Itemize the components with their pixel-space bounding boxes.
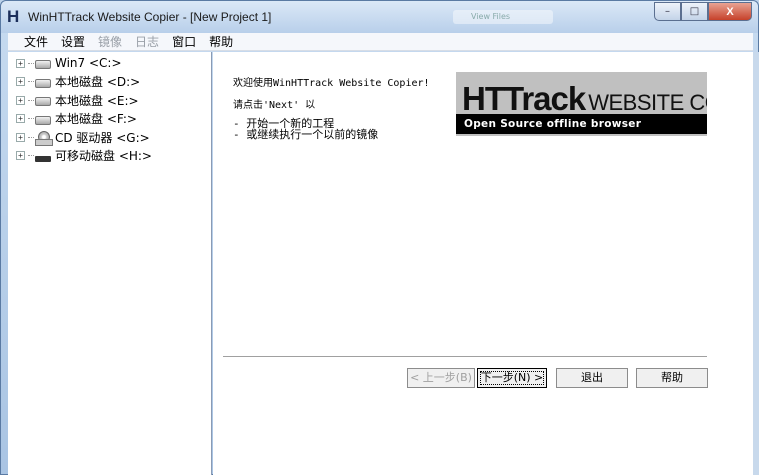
expand-icon[interactable]: + <box>16 132 25 142</box>
close-icon: X <box>726 5 734 18</box>
tree-item-label: 本地磁盘 <D:> <box>55 75 141 90</box>
option-list: - 开始一个新的工程 - 或继续执行一个以前的镜像 <box>233 118 378 140</box>
tree-item-drive-h[interactable]: + 可移动磁盘 <H:> <box>8 147 211 166</box>
tree-item-drive-f[interactable]: + 本地磁盘 <F:> <box>8 110 211 129</box>
menu-bar: 文件 设置 镜像 日志 窗口 帮助 <box>8 33 753 51</box>
minimize-icon: – <box>665 6 670 17</box>
tree-connector <box>28 155 34 157</box>
drive-tree: + Win7 <C:> + 本地磁盘 <D:> + 本地磁盘 <E:> + 本地… <box>8 52 212 475</box>
exit-button[interactable]: 退出 <box>556 368 628 388</box>
expand-icon[interactable]: + <box>16 114 25 124</box>
window-controls: – □ X <box>654 2 752 21</box>
maximize-icon: □ <box>689 6 700 17</box>
usb-drive-icon <box>35 155 51 162</box>
button-separator <box>223 356 707 358</box>
maximize-button[interactable]: □ <box>681 2 708 21</box>
tree-item-label: Win7 <C:> <box>55 56 122 71</box>
tree-item-drive-e[interactable]: + 本地磁盘 <E:> <box>8 91 211 110</box>
tree-item-label: 本地磁盘 <F:> <box>55 112 137 127</box>
httrack-app-icon: H <box>7 7 20 26</box>
option-continue-mirror: - 或继续执行一个以前的镜像 <box>233 128 379 141</box>
menu-file[interactable]: 文件 <box>24 33 48 50</box>
menu-log[interactable]: 日志 <box>135 33 159 50</box>
wizard-panel: 欢迎使用WinHTTrack Website Copier! 请点击'Next'… <box>213 52 753 475</box>
tree-item-label: 可移动磁盘 <H:> <box>55 149 152 164</box>
tree-item-drive-c[interactable]: + Win7 <C:> <box>8 54 211 73</box>
tree-connector <box>28 62 34 64</box>
tree-item-drive-g[interactable]: + CD 驱动器 <G:> <box>8 128 211 147</box>
title-bar[interactable]: H WinHTTrack Website Copier - [New Proje… <box>1 1 758 33</box>
expand-icon[interactable]: + <box>16 58 25 68</box>
banner-httrack: HTTrack <box>462 80 586 117</box>
back-button[interactable]: < 上一步(B) <box>407 368 475 388</box>
menu-window[interactable]: 窗口 <box>172 33 196 50</box>
banner-logo-text: HTTrackWEBSITE COPIER <box>462 80 707 118</box>
banner-website-copier: WEBSITE COPIER <box>588 90 707 115</box>
background-window-title: View Files <box>453 10 553 24</box>
instruction-text: 请点击'Next' 以 <box>233 100 316 111</box>
window-title: WinHTTrack Website Copier - [New Project… <box>28 10 272 24</box>
minimize-button[interactable]: – <box>654 2 681 21</box>
tree-connector <box>28 81 34 83</box>
main-window: H WinHTTrack Website Copier - [New Proje… <box>0 0 759 475</box>
httrack-logo-banner: HTTrackWEBSITE COPIER Open Source offlin… <box>456 72 707 136</box>
hard-drive-icon <box>35 97 51 107</box>
expand-icon[interactable]: + <box>16 95 25 105</box>
next-button[interactable]: 下一步(N) > <box>477 368 547 388</box>
hard-drive-icon <box>35 78 51 88</box>
tree-item-drive-d[interactable]: + 本地磁盘 <D:> <box>8 73 211 92</box>
help-button[interactable]: 帮助 <box>636 368 708 388</box>
welcome-text: 欢迎使用WinHTTrack Website Copier! <box>233 78 430 89</box>
banner-tagline: Open Source offline browser <box>456 114 707 134</box>
menu-mirror[interactable]: 镜像 <box>98 33 122 50</box>
tree-item-label: CD 驱动器 <G:> <box>55 130 150 145</box>
close-button[interactable]: X <box>708 2 752 21</box>
tree-item-label: 本地磁盘 <E:> <box>55 93 139 108</box>
tree-connector <box>28 118 34 120</box>
menu-help[interactable]: 帮助 <box>209 33 233 50</box>
window-right-border <box>753 52 759 475</box>
tree-connector <box>28 99 34 101</box>
menu-settings[interactable]: 设置 <box>61 33 85 50</box>
expand-icon[interactable]: + <box>16 77 25 87</box>
cd-drive-icon <box>35 130 53 146</box>
expand-icon[interactable]: + <box>16 151 25 161</box>
hard-drive-icon <box>35 60 51 70</box>
tree-connector <box>28 136 34 138</box>
hard-drive-icon <box>35 115 51 125</box>
